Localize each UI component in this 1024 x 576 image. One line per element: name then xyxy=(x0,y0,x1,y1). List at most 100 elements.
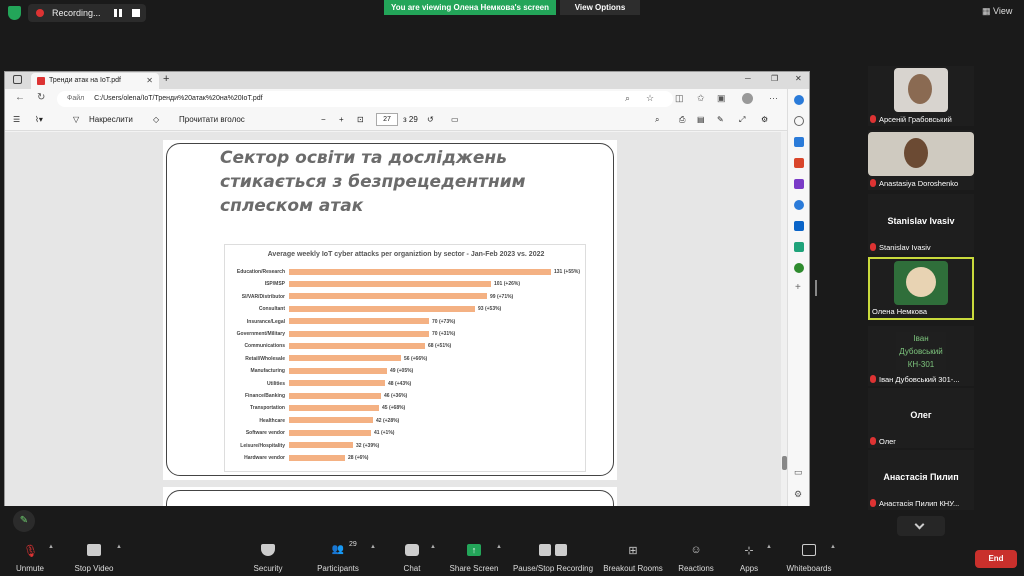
view-button[interactable]: ▦ View xyxy=(982,6,1012,17)
shopping-icon[interactable] xyxy=(794,137,804,147)
favorite-icon[interactable]: ☆ xyxy=(646,93,654,104)
whiteboards-button[interactable]: Whiteboards xyxy=(782,538,836,576)
search-icon[interactable]: ⌕ xyxy=(655,115,659,125)
erase-icon[interactable]: ◇ xyxy=(153,115,159,124)
outlook-icon[interactable] xyxy=(794,221,804,231)
end-meeting-button[interactable]: End xyxy=(975,550,1017,568)
audio-options-caret[interactable]: ▲ xyxy=(48,544,54,550)
save-as-icon[interactable]: ✎ xyxy=(717,115,724,124)
meeting-toolbar: 🎙 Unmute ▲ Stop Video ▲ Security 👥 29 Pa… xyxy=(0,538,1024,576)
rotate-icon[interactable]: ↺ xyxy=(427,115,434,124)
bar xyxy=(289,342,425,349)
split-screen-icon[interactable]: ▭ xyxy=(794,467,803,478)
zoom-in-button[interactable]: + xyxy=(339,115,344,124)
whiteboards-caret[interactable]: ▲ xyxy=(830,544,836,550)
category-label: Utilities xyxy=(266,380,285,387)
read-aloud-button[interactable]: Прочитати вголос xyxy=(179,115,245,124)
participants-button[interactable]: 👥 29 Participants xyxy=(312,538,364,576)
video-feed xyxy=(868,132,974,176)
bar xyxy=(289,355,401,362)
tab-pdf[interactable]: Тренди атак на IoT.pdf ✕ xyxy=(31,73,159,89)
contents-icon[interactable]: ☰ xyxy=(13,115,20,124)
highlight-icon[interactable]: ⌇▾ xyxy=(35,115,43,124)
security-button[interactable]: Security xyxy=(246,538,290,576)
participant-tile[interactable]: Stanislav Ivasiv Stanislav Ivasiv xyxy=(868,194,974,254)
new-tab-button[interactable]: + xyxy=(163,73,169,85)
share-screen-button[interactable]: ↑ Share Screen xyxy=(448,538,500,576)
participant-tile[interactable]: Анастасія Пилип Анастасія Пилип КНУ... xyxy=(868,450,974,510)
participants-caret[interactable]: ▲ xyxy=(370,544,376,550)
bar-chart: Average weekly IoT cyber attacks per org… xyxy=(224,244,586,472)
shield-icon[interactable] xyxy=(8,6,21,20)
pdf-viewer[interactable]: Сектор освіти та досліджень стикається з… xyxy=(5,132,781,506)
bar-value-label: 49 (+05%) xyxy=(390,368,414,375)
breakout-rooms-button[interactable]: ⊞ Breakout Rooms xyxy=(602,538,664,576)
participant-tile[interactable]: Anastasiya Doroshenko xyxy=(868,130,974,190)
chat-caret[interactable]: ▲ xyxy=(430,544,436,550)
participant-display-name: Stanislav Ivasiv xyxy=(887,216,955,226)
print-icon[interactable]: ⎙ xyxy=(679,115,685,125)
games-icon[interactable] xyxy=(794,179,804,189)
tab-actions-icon[interactable] xyxy=(13,75,22,84)
pdf-page: Сектор освіти та досліджень стикається з… xyxy=(163,140,617,480)
fit-page-icon[interactable]: ⊡ xyxy=(357,115,364,124)
zoom-top-bar: Recording... You are viewing Олена Немко… xyxy=(0,0,1024,26)
page-view-icon[interactable]: ▭ xyxy=(451,115,459,124)
close-window-icon[interactable]: ✕ xyxy=(795,74,802,83)
category-label: SI/VAR/Distributor xyxy=(241,293,285,300)
tree-icon[interactable] xyxy=(794,263,804,273)
sidebar-settings-icon[interactable]: ⚙ xyxy=(794,489,802,500)
chat-button[interactable]: Chat xyxy=(392,538,432,576)
video-options-caret[interactable]: ▲ xyxy=(116,544,122,550)
page-number-input[interactable]: 27 xyxy=(376,113,398,126)
settings-icon[interactable]: ⚙ xyxy=(761,115,768,124)
bar-value-label: 48 (+43%) xyxy=(388,380,412,387)
drop-icon[interactable] xyxy=(794,242,804,252)
participant-tile-active-speaker[interactable]: Олена Немкова xyxy=(868,257,974,320)
panel-resize-handle[interactable] xyxy=(815,280,817,296)
share-caret[interactable]: ▲ xyxy=(496,544,502,550)
extensions-icon[interactable]: ◫ xyxy=(675,93,684,104)
participant-tile[interactable]: Іван Дубовський КН-301 Іван Дубовський 3… xyxy=(868,326,974,386)
more-icon[interactable]: ⋯ xyxy=(769,93,778,104)
tools-icon[interactable] xyxy=(794,158,804,168)
refresh-icon[interactable]: ↻ xyxy=(37,92,45,103)
maximize-icon[interactable]: ❐ xyxy=(771,74,778,83)
apps-caret[interactable]: ▲ xyxy=(766,544,772,550)
category-label: Government/Military xyxy=(236,331,285,337)
zoom-icon[interactable]: ⌕ xyxy=(625,93,630,104)
pause-stop-recording-button[interactable]: Pause/Stop Recording xyxy=(512,538,594,576)
draw-icon[interactable]: ▽ xyxy=(73,115,79,124)
bing-icon[interactable] xyxy=(794,95,804,105)
save-icon[interactable]: ▤ xyxy=(697,115,705,124)
stop-recording-button[interactable] xyxy=(132,9,140,17)
unmute-button[interactable]: 🎙 Unmute xyxy=(8,538,52,576)
pause-recording-button[interactable] xyxy=(114,9,123,17)
apps-button[interactable]: ⊹ Apps xyxy=(734,538,764,576)
draw-label[interactable]: Накреслити xyxy=(89,115,133,124)
share-screen-icon: ↑ xyxy=(467,544,481,556)
profile-avatar[interactable] xyxy=(742,93,753,104)
sidebar-search-icon[interactable] xyxy=(794,116,804,126)
back-icon[interactable]: ← xyxy=(15,92,25,103)
bar-value-label: 32 (+39%) xyxy=(356,442,380,449)
annotate-pen-icon[interactable]: ✎ xyxy=(13,510,35,532)
stop-video-button[interactable]: Stop Video xyxy=(68,538,120,576)
favorites-icon[interactable]: ✩ xyxy=(697,93,705,104)
microsoft365-icon[interactable] xyxy=(794,200,804,210)
reactions-button[interactable]: ☺ Reactions xyxy=(676,538,716,576)
minimize-icon[interactable]: ─ xyxy=(745,74,751,83)
url-field[interactable]: Файл C:/Users/olena/IoT/Тренди%20атак%20… xyxy=(57,91,673,107)
tab-title: Тренди атак на IoT.pdf xyxy=(49,77,121,84)
collections-icon[interactable]: ▣ xyxy=(717,93,726,104)
mic-off-icon xyxy=(870,243,876,251)
more-participants-button[interactable] xyxy=(897,516,945,536)
participant-tile[interactable]: Олег Олег xyxy=(868,388,974,448)
fullscreen-icon[interactable]: ⤢ xyxy=(739,115,745,125)
participant-tile[interactable]: Арсеній Грабовський xyxy=(868,66,974,126)
bar-value-label: 93 (+53%) xyxy=(478,306,502,313)
add-sidebar-icon[interactable]: + xyxy=(795,282,801,293)
close-tab-icon[interactable]: ✕ xyxy=(146,73,153,89)
view-options-button[interactable]: View Options xyxy=(560,0,640,15)
zoom-out-button[interactable]: − xyxy=(321,115,326,124)
